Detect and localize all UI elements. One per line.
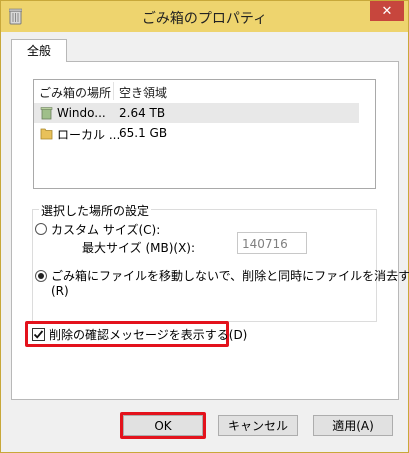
no-recycle-label[interactable]: ごみ箱にファイルを移動しないで、削除と同時にファイルを消去する: [51, 267, 409, 284]
confirm-delete-checkbox[interactable]: [32, 328, 45, 341]
folder-icon: [40, 128, 53, 140]
confirm-delete-label[interactable]: 削除の確認メッセージを表示する(D): [49, 326, 247, 343]
max-size-input[interactable]: 140716: [237, 232, 307, 254]
location-name: ローカル ...: [57, 128, 121, 142]
radio-custom-size[interactable]: [35, 223, 47, 235]
recycle-bin-icon: [40, 107, 53, 120]
window-title: ごみ箱のプロパティ: [141, 11, 268, 27]
no-recycle-label-hotkey: (R): [51, 284, 69, 298]
radio-no-recycle[interactable]: [35, 270, 47, 282]
close-icon: ✕: [381, 3, 393, 19]
custom-size-label[interactable]: カスタム サイズ(C):: [51, 221, 160, 238]
location-free-space: 65.1 GB: [119, 126, 168, 140]
properties-dialog: ごみ箱のプロパティ ✕ 全般 ごみ箱の場所 空き領域 Windo... 2.64…: [0, 0, 409, 453]
radio-selected-dot: [38, 273, 44, 279]
close-button[interactable]: ✕: [370, 1, 404, 21]
list-header: ごみ箱の場所 空き領域: [34, 80, 375, 102]
tab-panel-general: ごみ箱の場所 空き領域 Windo... 2.64 TB ローカル ... 65…: [11, 61, 409, 400]
apply-button[interactable]: 適用(A): [313, 415, 393, 436]
column-header-location[interactable]: ごみ箱の場所: [39, 84, 111, 101]
column-header-free-space[interactable]: 空き領域: [119, 84, 167, 101]
title-bar[interactable]: ごみ箱のプロパティ ✕: [1, 1, 408, 32]
column-divider: [113, 82, 114, 100]
recycle-bin-location-list[interactable]: ごみ箱の場所 空き領域 Windo... 2.64 TB ローカル ... 65…: [33, 79, 376, 189]
ok-button[interactable]: OK: [123, 415, 203, 436]
max-size-label: 最大サイズ (MB)(X):: [82, 241, 196, 255]
list-item-location[interactable]: Windo... 2.64 TB: [34, 103, 359, 123]
cancel-button[interactable]: キャンセル: [218, 415, 298, 436]
location-name: Windo...: [57, 106, 106, 120]
list-item-location[interactable]: ローカル ... 65.1 GB: [34, 123, 359, 143]
location-free-space: 2.64 TB: [119, 106, 166, 120]
tab-general[interactable]: 全般: [11, 39, 67, 62]
checkmark-icon: [33, 330, 44, 339]
group-label: 選択した場所の設定: [39, 202, 152, 219]
